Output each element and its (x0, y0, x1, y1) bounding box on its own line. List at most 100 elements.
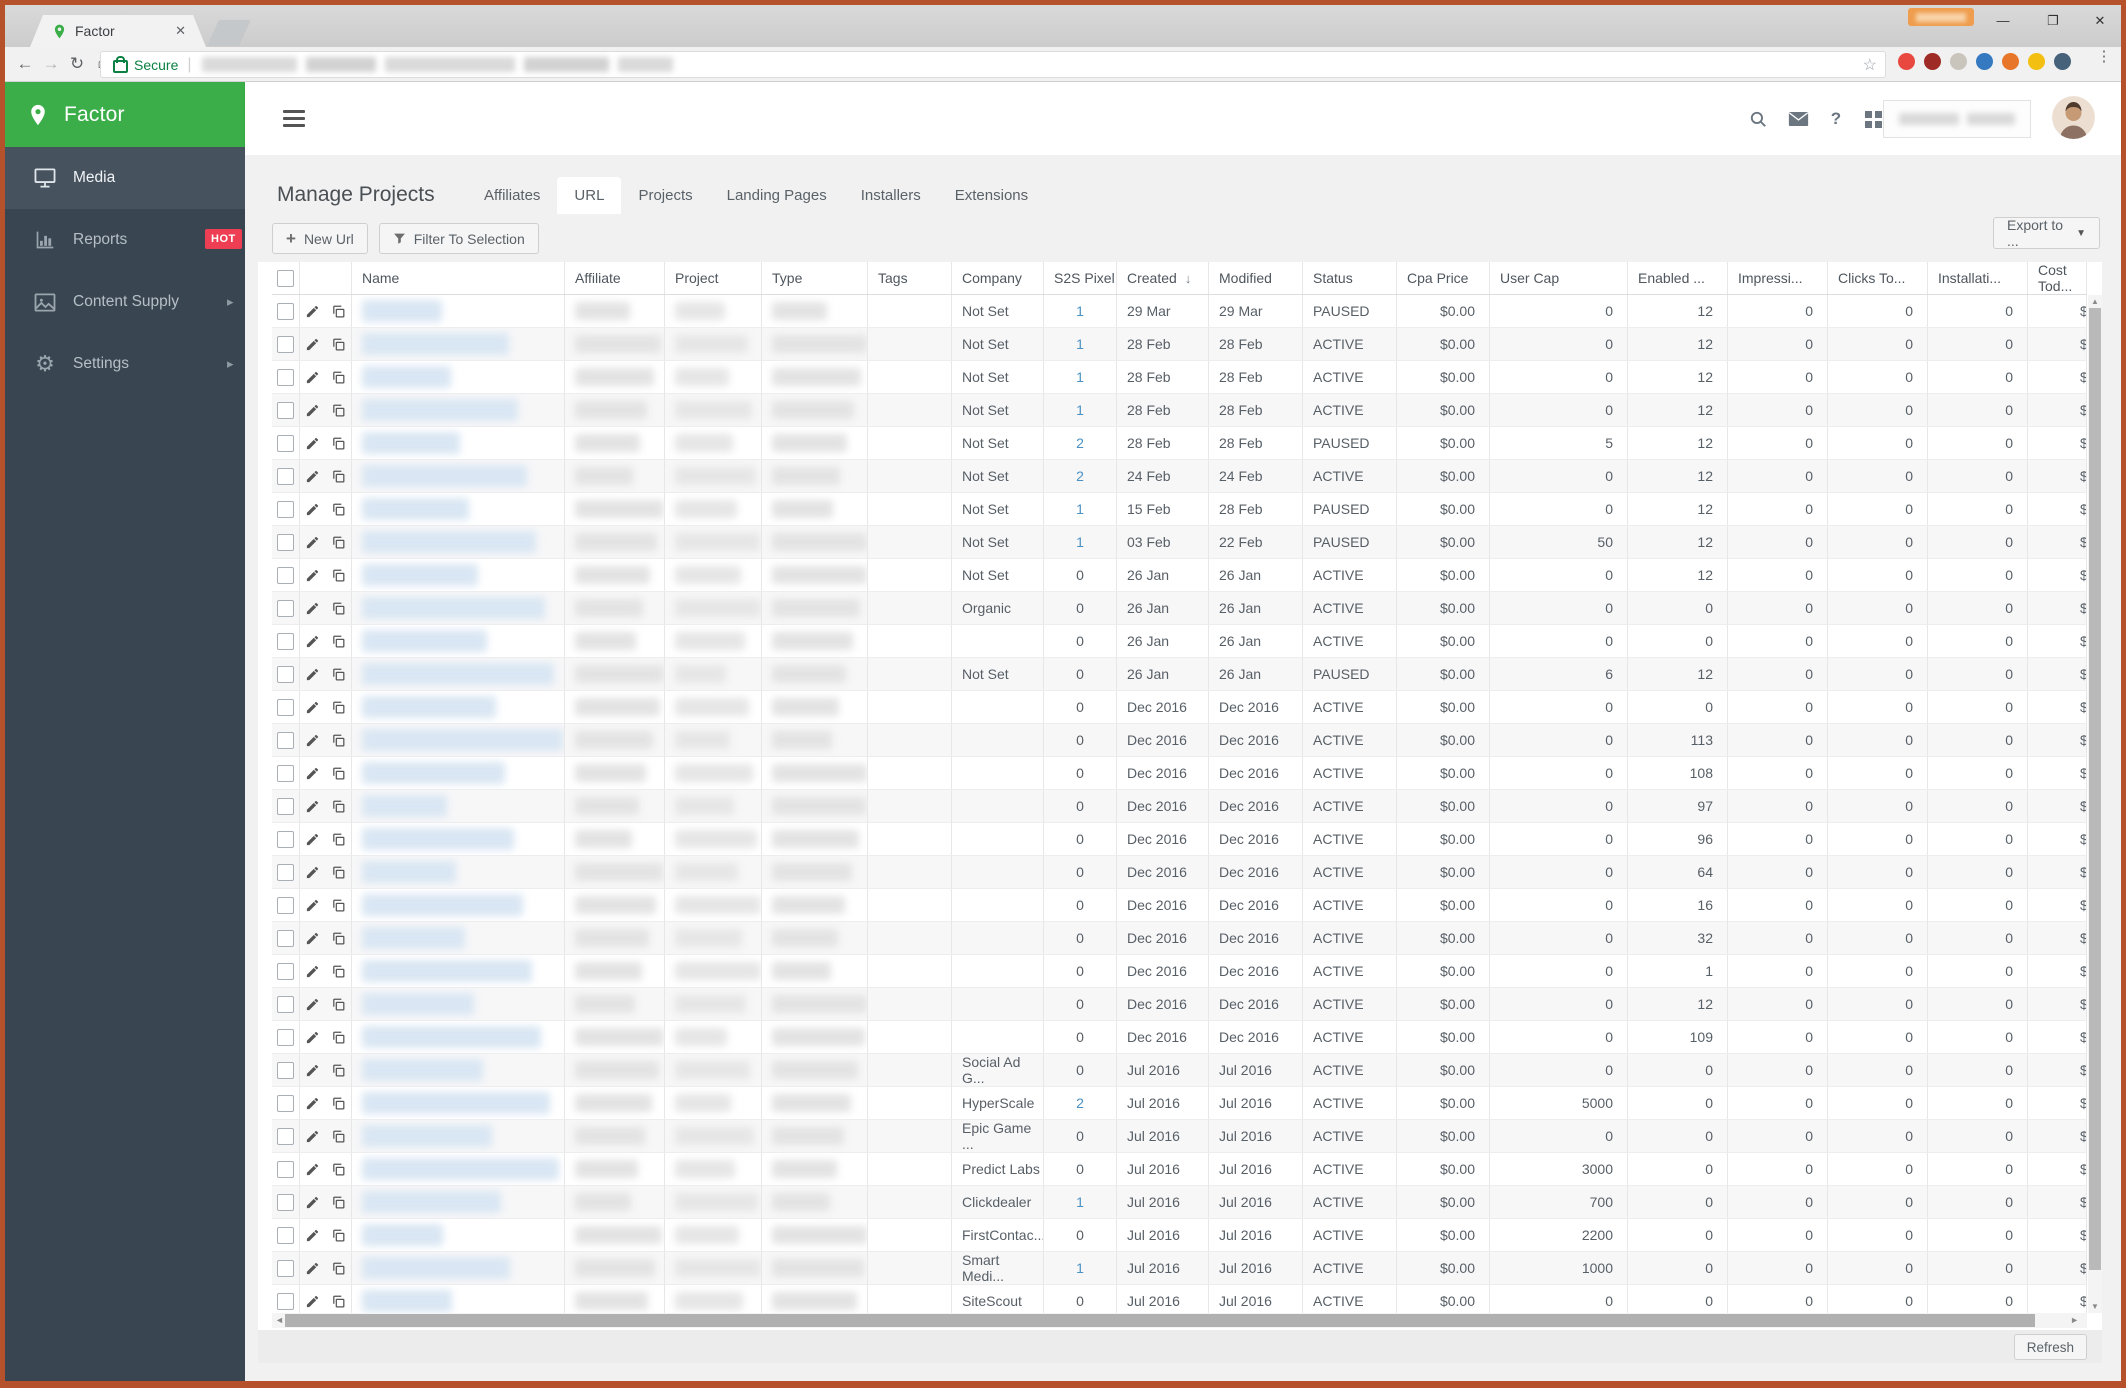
vertical-scrollbar-thumb[interactable] (2089, 308, 2101, 1270)
brand-header[interactable]: Factor (5, 82, 245, 147)
column-header-impressi-[interactable]: Impressi... (1728, 262, 1828, 294)
sidebar-item-reports[interactable]: Reports HOT (5, 209, 245, 271)
window-close-button[interactable]: ✕ (2077, 5, 2123, 36)
row-checkbox[interactable] (277, 401, 294, 419)
edit-icon[interactable] (300, 394, 326, 426)
edit-icon[interactable] (300, 1054, 326, 1086)
forward-icon[interactable]: → (38, 51, 64, 77)
edit-icon[interactable] (300, 1252, 326, 1284)
column-header-status[interactable]: Status (1303, 262, 1397, 294)
row-checkbox[interactable] (277, 1127, 294, 1145)
copy-icon[interactable] (326, 757, 352, 789)
copy-icon[interactable] (326, 922, 352, 954)
edit-icon[interactable] (300, 757, 326, 789)
cell-s2s-pixel[interactable]: 1 (1044, 328, 1117, 360)
edit-icon[interactable] (300, 1186, 326, 1218)
edit-icon[interactable] (300, 1285, 326, 1313)
s2s-pixel-value[interactable]: 1 (1076, 303, 1084, 319)
mail-icon[interactable] (1785, 106, 1811, 132)
extension-icon-2[interactable] (1924, 53, 1941, 70)
s2s-pixel-value[interactable]: 1 (1076, 1194, 1084, 1210)
edit-icon[interactable] (300, 493, 326, 525)
edit-icon[interactable] (300, 691, 326, 723)
edit-icon[interactable] (300, 823, 326, 855)
column-header-tags[interactable]: Tags (868, 262, 952, 294)
row-checkbox[interactable] (277, 764, 294, 782)
hamburger-menu-icon[interactable] (283, 110, 305, 131)
row-checkbox[interactable] (277, 335, 294, 353)
scroll-left-icon[interactable]: ◄ (275, 1315, 284, 1325)
row-checkbox[interactable] (277, 698, 294, 716)
row-checkbox[interactable] (277, 500, 294, 518)
copy-icon[interactable] (326, 1054, 352, 1086)
column-header-modified[interactable]: Modified (1209, 262, 1303, 294)
extension-icon-6[interactable] (2028, 53, 2045, 70)
row-checkbox[interactable] (277, 797, 294, 815)
copy-icon[interactable] (326, 790, 352, 822)
column-header-cpa-price[interactable]: Cpa Price (1397, 262, 1490, 294)
row-checkbox[interactable] (277, 863, 294, 881)
cell-s2s-pixel[interactable]: 1 (1044, 1252, 1117, 1284)
copy-icon[interactable] (326, 394, 352, 426)
row-checkbox[interactable] (277, 1094, 294, 1112)
column-header-created[interactable]: Created ↓ (1117, 262, 1209, 294)
cell-s2s-pixel[interactable]: 1 (1044, 361, 1117, 393)
edit-icon[interactable] (300, 625, 326, 657)
sidebar-item-content-supply[interactable]: Content Supply ▸ (5, 271, 245, 333)
row-checkbox[interactable] (277, 1193, 294, 1211)
copy-icon[interactable] (326, 691, 352, 723)
row-checkbox[interactable] (277, 731, 294, 749)
vertical-scrollbar[interactable]: ▲ ▼ (2088, 295, 2102, 1313)
s2s-pixel-value[interactable]: 1 (1076, 369, 1084, 385)
edit-icon[interactable] (300, 988, 326, 1020)
extension-icon-7[interactable] (2054, 53, 2071, 70)
edit-icon[interactable] (300, 295, 326, 327)
row-checkbox[interactable] (277, 1292, 294, 1310)
row-checkbox[interactable] (277, 1028, 294, 1046)
window-minimize-button[interactable]: — (1980, 5, 2026, 36)
scroll-right-icon[interactable]: ► (2070, 1315, 2079, 1325)
column-header-company[interactable]: Company (952, 262, 1044, 294)
extension-icon-1[interactable] (1898, 53, 1915, 70)
edit-icon[interactable] (300, 460, 326, 492)
copy-icon[interactable] (326, 361, 352, 393)
edit-icon[interactable] (300, 1021, 326, 1053)
copy-icon[interactable] (326, 1186, 352, 1218)
s2s-pixel-value[interactable]: 2 (1076, 435, 1084, 451)
row-checkbox[interactable] (277, 929, 294, 947)
column-header-user-cap[interactable]: User Cap (1490, 262, 1628, 294)
copy-icon[interactable] (326, 592, 352, 624)
cell-s2s-pixel[interactable]: 1 (1044, 493, 1117, 525)
row-checkbox[interactable] (277, 995, 294, 1013)
row-checkbox[interactable] (277, 434, 294, 452)
column-header-project[interactable]: Project (665, 262, 762, 294)
s2s-pixel-value[interactable]: 1 (1076, 402, 1084, 418)
s2s-pixel-value[interactable]: 1 (1076, 336, 1084, 352)
row-checkbox[interactable] (277, 632, 294, 650)
copy-icon[interactable] (326, 955, 352, 987)
back-icon[interactable]: ← (12, 51, 38, 77)
column-header-cost-tod-[interactable]: Cost Tod... (2028, 262, 2087, 294)
row-checkbox[interactable] (277, 665, 294, 683)
horizontal-scrollbar-thumb[interactable] (285, 1314, 2035, 1327)
url-bar[interactable]: Secure | ☆ (100, 51, 1886, 78)
tab-projects[interactable]: Projects (621, 177, 709, 214)
row-checkbox[interactable] (277, 368, 294, 386)
copy-icon[interactable] (326, 328, 352, 360)
cell-s2s-pixel[interactable]: 1 (1044, 526, 1117, 558)
tab-url[interactable]: URL (557, 177, 622, 214)
cell-s2s-pixel[interactable]: 1 (1044, 394, 1117, 426)
cell-s2s-pixel[interactable]: 2 (1044, 427, 1117, 459)
copy-icon[interactable] (326, 559, 352, 591)
copy-icon[interactable] (326, 1285, 352, 1313)
copy-icon[interactable] (326, 1087, 352, 1119)
copy-icon[interactable] (326, 658, 352, 690)
row-checkbox[interactable] (277, 467, 294, 485)
edit-icon[interactable] (300, 1153, 326, 1185)
extension-icon-5[interactable] (2002, 53, 2019, 70)
column-header-affiliate[interactable]: Affiliate (565, 262, 665, 294)
reload-icon[interactable]: ↻ (64, 51, 90, 77)
edit-icon[interactable] (300, 790, 326, 822)
column-header-clicks-to-[interactable]: Clicks To... (1828, 262, 1928, 294)
row-checkbox[interactable] (277, 533, 294, 551)
